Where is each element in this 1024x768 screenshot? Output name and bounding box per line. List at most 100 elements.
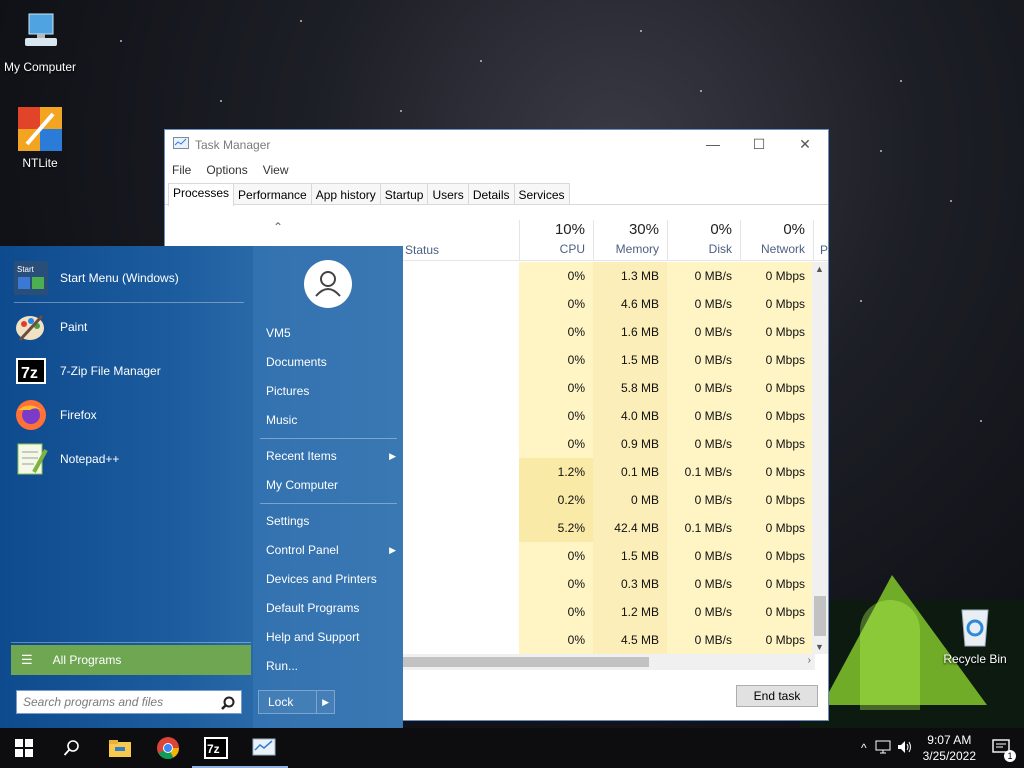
column-network[interactable]: 0% Network [740, 220, 813, 261]
column-disk[interactable]: 0% Disk [667, 220, 740, 261]
cell-network: 0 Mbps [740, 318, 813, 346]
cell-memory: 1.6 MB [593, 318, 667, 346]
place-help-support[interactable]: Help and Support [266, 625, 396, 649]
menu-options[interactable]: Options [206, 163, 247, 177]
program-firefox[interactable]: Firefox [14, 395, 97, 435]
cell-cpu: 0% [519, 318, 593, 346]
cell-network: 0 Mbps [740, 570, 813, 598]
cell-cpu: 0% [519, 626, 593, 654]
scroll-up-icon[interactable]: ▲ [815, 264, 824, 274]
disk-total: 0% [710, 221, 732, 238]
task-manager-taskbar-icon[interactable] [240, 728, 288, 768]
cpu-total: 10% [554, 221, 585, 238]
start-menu-app-icon: Start [14, 261, 48, 295]
scroll-thumb[interactable] [814, 596, 826, 636]
lock-button[interactable]: Lock ▶ [258, 690, 335, 714]
notification-icon[interactable]: 1 [992, 738, 1016, 762]
place-pictures[interactable]: Pictures [266, 379, 396, 403]
scroll-right-icon[interactable]: › [808, 655, 811, 666]
cell-network: 0 Mbps [740, 346, 813, 374]
cell-disk: 0.1 MB/s [667, 458, 740, 486]
network-total: 0% [783, 221, 805, 238]
hscroll-thumb[interactable] [403, 657, 649, 667]
chevron-up-icon[interactable]: ^ [861, 741, 867, 755]
network-icon[interactable] [875, 740, 891, 757]
cell-network: 0 Mbps [740, 430, 813, 458]
close-icon[interactable]: ✕ [782, 130, 828, 158]
notepadpp-icon [14, 442, 48, 476]
cell-disk: 0 MB/s [667, 486, 740, 514]
place-control-panel[interactable]: Control Panel ▶ [266, 538, 396, 562]
place-music[interactable]: Music [266, 408, 396, 432]
place-recent-items[interactable]: Recent Items ▶ [266, 444, 396, 468]
tab-strip: Processes Performance App history Startu… [165, 183, 828, 206]
vertical-scrollbar[interactable]: ▲ ▼ [812, 262, 828, 654]
cell-network: 0 Mbps [740, 290, 813, 318]
tab-startup[interactable]: Startup [379, 183, 429, 204]
cell-memory: 5.8 MB [593, 374, 667, 402]
windows-logo-icon[interactable] [0, 728, 48, 768]
column-power-partial[interactable]: P [813, 220, 829, 261]
start-search-input[interactable]: Search programs and files [16, 690, 242, 714]
7zip-taskbar-icon[interactable]: 7z [192, 728, 240, 768]
place-my-computer[interactable]: My Computer [266, 473, 396, 497]
end-task-button[interactable]: End task [736, 685, 818, 707]
tab-processes[interactable]: Processes [168, 183, 235, 206]
program-start-menu-windows[interactable]: Start Start Menu (Windows) [14, 258, 179, 298]
search-icon[interactable] [48, 728, 96, 768]
desktop-icon-recycle-bin[interactable]: Recycle Bin [935, 602, 1015, 666]
scroll-down-icon[interactable]: ▼ [815, 642, 824, 652]
column-status[interactable]: Status [405, 243, 439, 257]
column-memory[interactable]: 30% Memory [593, 220, 667, 261]
cell-cpu: 0% [519, 570, 593, 598]
tab-services[interactable]: Services [513, 183, 570, 204]
place-documents[interactable]: Documents [266, 350, 396, 374]
place-devices-printers[interactable]: Devices and Printers [266, 567, 396, 591]
submenu-arrow-icon: ▶ [389, 545, 396, 555]
tab-app-history[interactable]: App history [310, 183, 381, 204]
program-7zip[interactable]: 7z 7-Zip File Manager [14, 351, 161, 391]
chrome-icon[interactable] [144, 728, 192, 768]
desktop-icon-ntlite[interactable]: NTLite [0, 106, 80, 170]
network-label: Network [760, 242, 805, 256]
tab-details[interactable]: Details [467, 183, 515, 204]
lock-options-arrow-icon[interactable]: ▶ [316, 691, 334, 713]
program-notepadpp[interactable]: Notepad++ [14, 439, 119, 479]
place-user[interactable]: VM5 [266, 321, 396, 345]
cell-network: 0 Mbps [740, 626, 813, 654]
notification-count: 1 [1004, 749, 1016, 762]
place-settings[interactable]: Settings [266, 509, 396, 533]
menu-view[interactable]: View [263, 163, 289, 177]
menu-file[interactable]: File [172, 163, 191, 177]
volume-icon[interactable] [897, 740, 913, 757]
cell-memory: 4.0 MB [593, 402, 667, 430]
cell-network: 0 Mbps [740, 374, 813, 402]
cell-network: 0 Mbps [740, 402, 813, 430]
program-paint[interactable]: Paint [14, 307, 87, 347]
sort-up-icon[interactable]: ⌃ [273, 220, 283, 234]
submenu-arrow-icon: ▶ [389, 451, 396, 461]
tab-users[interactable]: Users [427, 183, 469, 204]
minimize-icon[interactable]: — [690, 130, 736, 158]
clock[interactable]: 9:07 AM 3/25/2022 [923, 732, 976, 764]
cell-cpu: 0% [519, 290, 593, 318]
cell-memory: 4.5 MB [593, 626, 667, 654]
place-default-programs[interactable]: Default Programs [266, 596, 396, 620]
cell-disk: 0 MB/s [667, 542, 740, 570]
clock-date: 3/25/2022 [922, 749, 976, 763]
all-programs-button[interactable]: ☰ All Programs [11, 645, 251, 675]
column-cpu[interactable]: 10% CPU [519, 220, 593, 261]
cell-disk: 0 MB/s [667, 346, 740, 374]
desktop-icon-label: NTLite [22, 156, 58, 170]
user-avatar[interactable] [304, 260, 352, 308]
cell-disk: 0 MB/s [667, 318, 740, 346]
place-run[interactable]: Run... [266, 654, 396, 678]
file-explorer-icon[interactable] [96, 728, 144, 768]
clock-time: 9:07 AM [927, 733, 972, 747]
tab-performance[interactable]: Performance [233, 183, 312, 204]
desktop-icon-my-computer[interactable]: My Computer [0, 10, 80, 74]
paint-icon [14, 310, 48, 344]
maximize-icon[interactable]: ☐ [736, 130, 782, 158]
cell-disk: 0 MB/s [667, 374, 740, 402]
search-icon[interactable] [221, 695, 235, 717]
